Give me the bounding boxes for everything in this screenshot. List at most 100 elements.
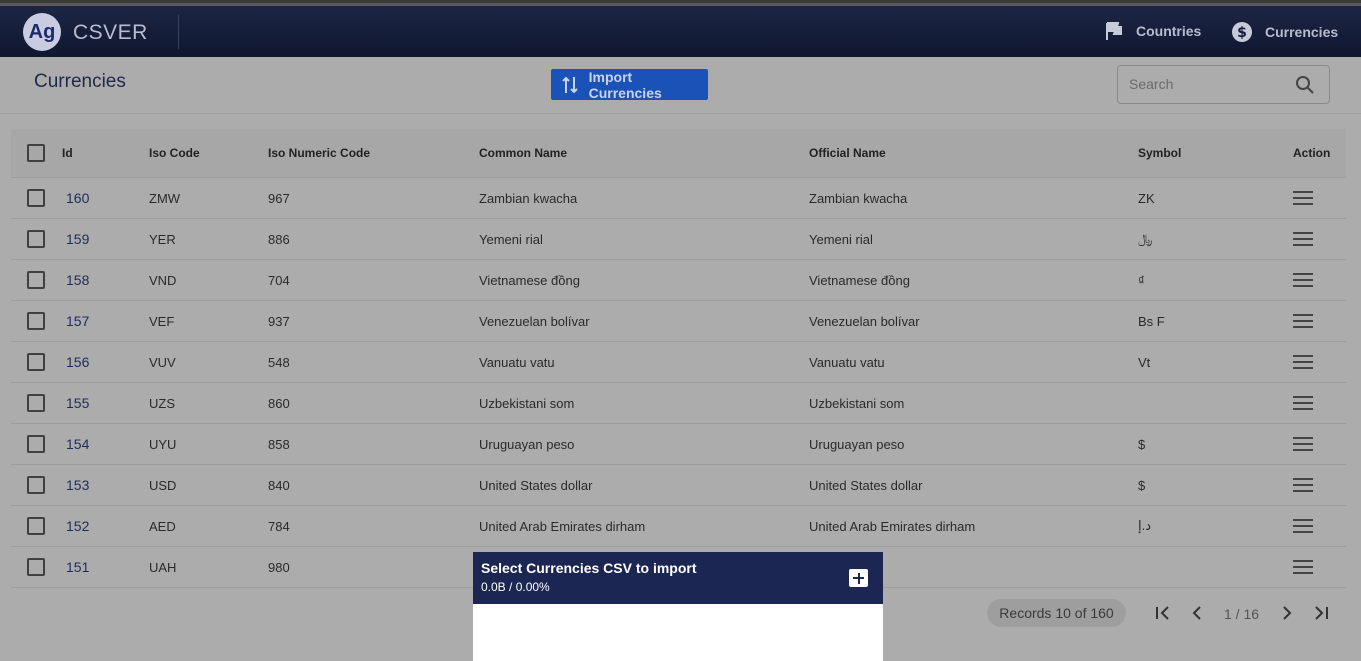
upload-dialog-title: Select Currencies CSV to import bbox=[481, 560, 697, 576]
cell-symbol: $ bbox=[1138, 436, 1146, 452]
column-header-iso-numeric-code[interactable]: Iso Numeric Code bbox=[268, 129, 370, 177]
cell-id[interactable]: 156 bbox=[66, 342, 89, 382]
app-name: CSVER bbox=[73, 21, 148, 44]
cell-iso-numeric-code: 937 bbox=[268, 313, 290, 329]
cell-iso-numeric-code: 858 bbox=[268, 436, 290, 452]
table-row[interactable]: 155 UZS 860 Uzbekistani som Uzbekistani som bbox=[11, 383, 1346, 424]
cell-iso-numeric-code: 704 bbox=[268, 272, 290, 288]
column-header-id[interactable]: Id bbox=[62, 129, 73, 177]
table-row[interactable]: 158 VND 704 Vietnamese đồng Vietnamese đồng ₫ bbox=[11, 260, 1346, 301]
search-input[interactable] bbox=[1129, 76, 1289, 92]
table-row[interactable]: 156 VUV 548 Vanuatu vatu Vanuatu vatu Vt bbox=[11, 342, 1346, 383]
row-menu-icon[interactable] bbox=[1293, 506, 1313, 546]
cell-iso-code: USD bbox=[149, 477, 177, 493]
app-logo[interactable]: Ag bbox=[23, 13, 61, 51]
select-all-checkbox[interactable] bbox=[27, 144, 45, 162]
cell-common-name: Uruguayan peso bbox=[479, 436, 575, 452]
row-checkbox[interactable] bbox=[27, 230, 45, 248]
cell-common-name: Zambian kwacha bbox=[479, 190, 578, 206]
nav-currencies-link[interactable]: $ Currencies bbox=[1231, 21, 1338, 43]
flag-icon bbox=[1104, 21, 1124, 41]
cell-common-name: Yemeni rial bbox=[479, 231, 543, 247]
column-header-symbol[interactable]: Symbol bbox=[1138, 129, 1181, 177]
row-menu-icon[interactable] bbox=[1293, 424, 1313, 464]
row-checkbox[interactable] bbox=[27, 558, 45, 576]
row-checkbox[interactable] bbox=[27, 476, 45, 494]
row-menu-icon[interactable] bbox=[1293, 465, 1313, 505]
cell-official-name: Vietnamese đồng bbox=[809, 272, 910, 288]
upload-progress-text: 0.0B / 0.00% bbox=[481, 580, 550, 594]
cell-common-name: Vanuatu vatu bbox=[479, 354, 555, 370]
header-divider bbox=[0, 113, 1361, 114]
cell-iso-numeric-code: 784 bbox=[268, 518, 290, 534]
add-file-icon[interactable] bbox=[849, 569, 868, 587]
column-header-iso-code[interactable]: Iso Code bbox=[149, 129, 200, 177]
cell-id[interactable]: 158 bbox=[66, 260, 89, 300]
cell-symbol: ﷼ bbox=[1138, 231, 1153, 246]
table-row[interactable]: 153 USD 840 United States dollar United Stat… bbox=[11, 465, 1346, 506]
import-currencies-button[interactable]: Import Currencies bbox=[551, 68, 708, 101]
row-checkbox[interactable] bbox=[27, 394, 45, 412]
cell-iso-code: VEF bbox=[149, 313, 175, 329]
cell-iso-numeric-code: 840 bbox=[268, 477, 290, 493]
search-icon[interactable] bbox=[1295, 75, 1315, 100]
sort-arrows-icon bbox=[551, 75, 589, 95]
cell-iso-code: AED bbox=[149, 518, 176, 534]
cell-id[interactable]: 157 bbox=[66, 301, 89, 341]
row-menu-icon[interactable] bbox=[1293, 383, 1313, 423]
row-checkbox[interactable] bbox=[27, 312, 45, 330]
cell-id[interactable]: 154 bbox=[66, 424, 89, 464]
search-field[interactable] bbox=[1117, 65, 1330, 104]
row-menu-icon[interactable] bbox=[1293, 301, 1313, 341]
cell-symbol: Vt bbox=[1138, 354, 1151, 370]
cell-symbol: ₫ bbox=[1138, 272, 1145, 288]
cell-id[interactable]: 152 bbox=[66, 506, 89, 546]
table-header-row: Id Iso Code Iso Numeric Code Common Name… bbox=[11, 129, 1346, 178]
cell-iso-numeric-code: 548 bbox=[268, 354, 290, 370]
page-title: Currencies bbox=[34, 71, 126, 92]
svg-text:$: $ bbox=[1237, 25, 1247, 41]
cell-symbol: Bs F bbox=[1138, 313, 1165, 329]
row-checkbox[interactable] bbox=[27, 517, 45, 535]
row-menu-icon[interactable] bbox=[1293, 260, 1313, 300]
cell-symbol: $ bbox=[1138, 477, 1146, 493]
table-row[interactable]: 159 YER 886 Yemeni rial Yemeni rial ﷼ bbox=[11, 219, 1346, 260]
cell-iso-code: VND bbox=[149, 272, 177, 288]
cell-id[interactable]: 159 bbox=[66, 219, 89, 259]
cell-iso-code: YER bbox=[149, 231, 176, 247]
row-checkbox[interactable] bbox=[27, 353, 45, 371]
import-button-label: Import Currencies bbox=[588, 68, 662, 101]
import-upload-dialog[interactable]: Select Currencies CSV to import 0.0B / 0… bbox=[473, 552, 883, 661]
row-menu-icon[interactable] bbox=[1293, 219, 1313, 259]
cell-id[interactable]: 155 bbox=[66, 383, 89, 423]
cell-id[interactable]: 160 bbox=[66, 178, 89, 218]
row-checkbox[interactable] bbox=[27, 435, 45, 453]
table-row[interactable]: 160 ZMW 967 Zambian kwacha Zambian kwacha ZK bbox=[11, 178, 1346, 219]
cell-symbol: د.إ bbox=[1138, 518, 1152, 533]
next-page-icon[interactable] bbox=[1280, 605, 1294, 626]
row-menu-icon[interactable] bbox=[1293, 178, 1313, 218]
row-checkbox[interactable] bbox=[27, 271, 45, 289]
cell-official-name: Uzbekistani som bbox=[809, 395, 905, 411]
cell-common-name: Venezuelan bolívar bbox=[479, 313, 590, 329]
row-menu-icon[interactable] bbox=[1293, 547, 1313, 587]
last-page-icon[interactable] bbox=[1313, 605, 1329, 626]
cell-official-name: Venezuelan bolívar bbox=[809, 313, 920, 329]
row-menu-icon[interactable] bbox=[1293, 342, 1313, 382]
cell-official-name: Uruguayan peso bbox=[809, 436, 905, 452]
cell-id[interactable]: 153 bbox=[66, 465, 89, 505]
table-row[interactable]: 152 AED 784 United Arab Emirates dirham Unit… bbox=[11, 506, 1346, 547]
column-header-official-name[interactable]: Official Name bbox=[809, 129, 886, 177]
cell-iso-numeric-code: 886 bbox=[268, 231, 290, 247]
table-row[interactable]: 154 UYU 858 Uruguayan peso Uruguayan peso $ bbox=[11, 424, 1346, 465]
first-page-icon[interactable] bbox=[1155, 605, 1171, 626]
previous-page-icon[interactable] bbox=[1190, 605, 1204, 626]
cell-id[interactable]: 151 bbox=[66, 547, 89, 587]
column-header-common-name[interactable]: Common Name bbox=[479, 129, 567, 177]
cell-common-name: United States dollar bbox=[479, 477, 593, 493]
table-row[interactable]: 157 VEF 937 Venezuelan bolívar Venezuelan bo… bbox=[11, 301, 1346, 342]
row-checkbox[interactable] bbox=[27, 189, 45, 207]
nav-countries-link[interactable]: Countries bbox=[1104, 21, 1201, 41]
cell-iso-code: UYU bbox=[149, 436, 177, 452]
cell-iso-numeric-code: 860 bbox=[268, 395, 290, 411]
